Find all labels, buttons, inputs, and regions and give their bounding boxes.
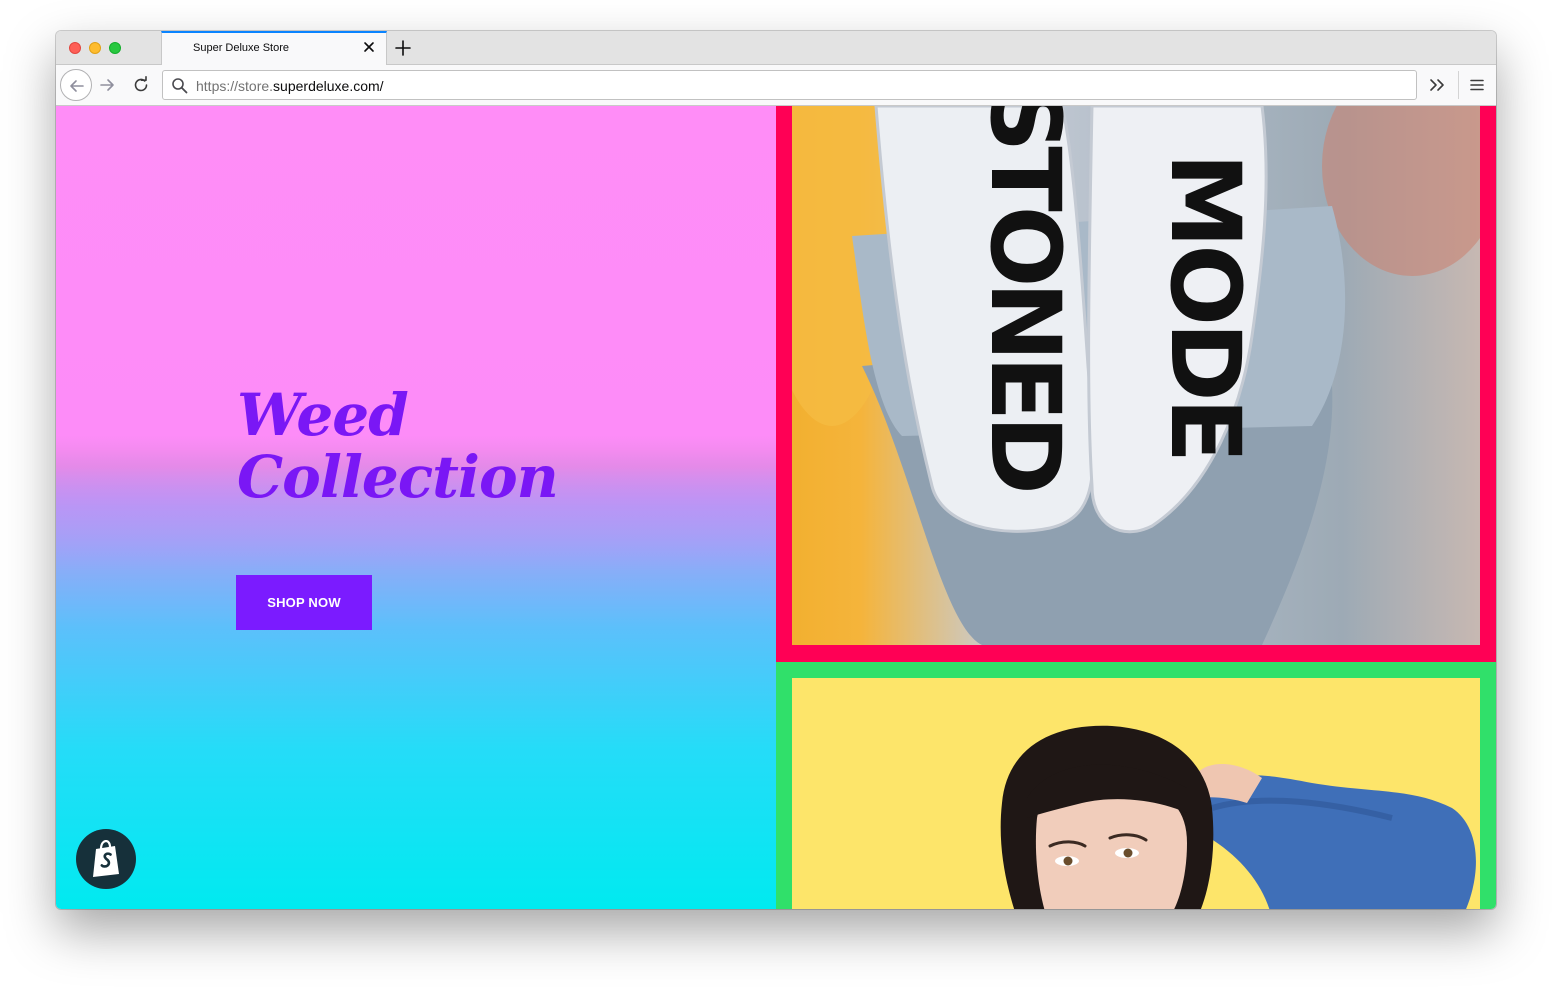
close-icon[interactable]	[361, 39, 377, 55]
shopify-badge[interactable]	[76, 829, 136, 889]
tab-strip: Super Deluxe Store	[56, 31, 1496, 65]
shop-now-button[interactable]: SHOP NOW	[236, 575, 372, 630]
hero-section: Weed Collection SHOP NOW	[56, 106, 776, 909]
shopify-bag-icon	[93, 840, 119, 877]
browser-window: Super Deluxe Store https://store.superde…	[56, 31, 1496, 909]
sock-right-text: MODE	[1149, 153, 1261, 459]
reload-icon[interactable]	[132, 76, 150, 94]
url-host: superdeluxe.com/	[273, 78, 384, 94]
minimize-window-button[interactable]	[89, 42, 101, 54]
hamburger-menu-icon[interactable]	[1468, 76, 1486, 94]
tab-title: Super Deluxe Store	[193, 42, 289, 54]
product-panel-portrait[interactable]	[776, 662, 1496, 909]
hero-title: Weed Collection	[237, 381, 559, 511]
overflow-chevrons-icon[interactable]	[1428, 76, 1448, 94]
hero-title-line-2: Collection	[237, 443, 559, 511]
url-scheme: https://store.	[196, 78, 274, 94]
address-bar[interactable]: https://store.superdeluxe.com/	[162, 70, 1417, 100]
socks-photo: STONED MODE	[792, 106, 1480, 645]
forward-arrow-icon[interactable]	[98, 76, 116, 94]
search-icon	[171, 77, 188, 94]
tab-super-deluxe-store[interactable]: Super Deluxe Store	[161, 31, 387, 65]
back-button[interactable]	[60, 69, 92, 101]
portrait-photo	[792, 678, 1480, 909]
page-content: Weed Collection SHOP NOW STONED MODE	[56, 106, 1496, 909]
zoom-window-button[interactable]	[109, 42, 121, 54]
sock-left-text: STONED	[969, 106, 1081, 490]
product-panel-socks[interactable]: STONED MODE	[776, 106, 1496, 662]
hero-title-line-1: Weed	[237, 381, 409, 449]
toolbar-separator	[1458, 71, 1459, 99]
plus-icon[interactable]	[394, 39, 412, 57]
back-arrow-icon	[70, 80, 84, 92]
url-text[interactable]: https://store.superdeluxe.com/	[196, 78, 384, 94]
navigation-toolbar: https://store.superdeluxe.com/	[56, 65, 1496, 106]
close-window-button[interactable]	[69, 42, 81, 54]
